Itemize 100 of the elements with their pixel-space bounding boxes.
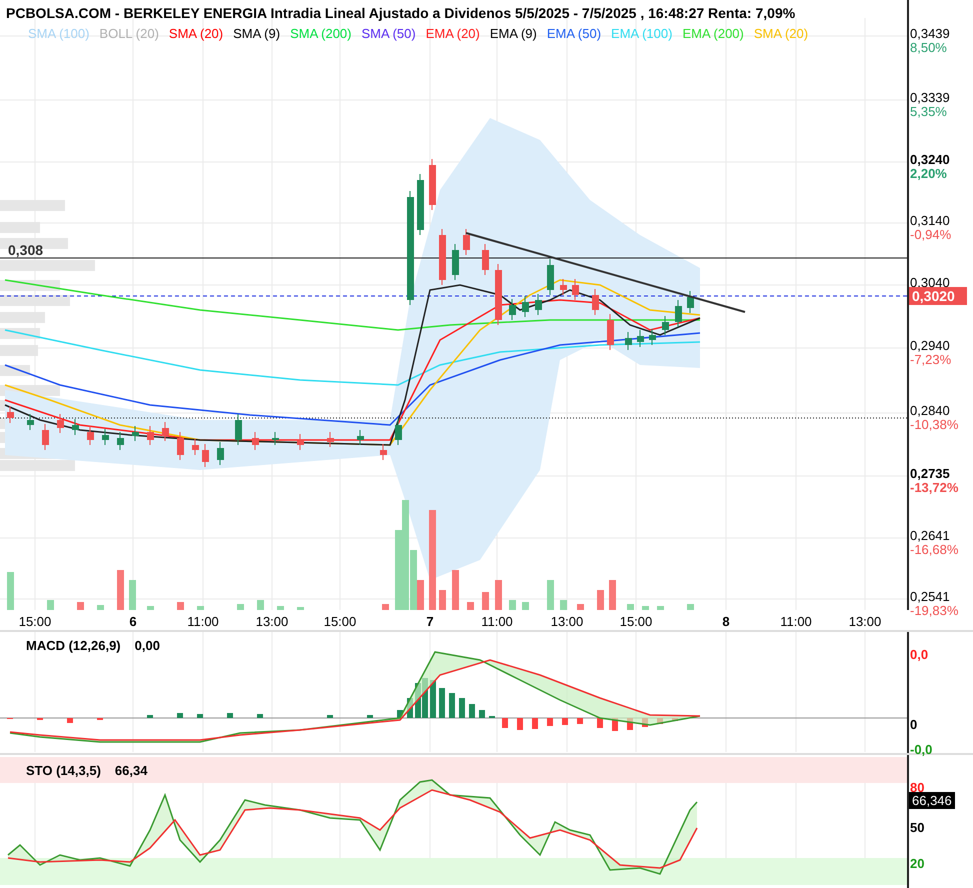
candlestick [7,406,14,424]
percent-change-label: -13,72% [910,481,958,495]
time-axis-label: 15:00 [18,614,52,629]
candlestick [235,414,242,446]
percent-change-label: -19,83% [910,604,958,618]
price-axis-label: 0,2940 [910,339,951,353]
sto-axis-label: 50 [910,821,924,835]
candlestick [57,414,64,434]
candlestick [27,414,34,430]
price-axis-label: 0,2840 [910,404,951,418]
volume-bar [297,607,304,610]
indicator-legend-item[interactable]: EMA (20) [426,26,480,41]
candlestick [217,442,224,466]
candlestick [42,424,49,450]
time-axis-label: 6 [129,614,137,629]
current-value-badge: 66,346 [909,792,955,809]
price-axis-label: 0,2641 [910,529,951,543]
volume-bar [439,590,446,610]
volume-bar [547,580,554,610]
volume-bar [117,570,124,610]
sto-label: STO (14,3,5) [26,763,101,778]
candlestick [452,244,459,280]
volume-bar [77,602,84,610]
volume-bar [687,604,694,610]
candlestick [592,288,599,316]
candlestick [560,278,567,296]
price-axis-label: 0,2735 [910,467,951,481]
time-axis-label: 11:00 [481,614,513,629]
reference-price-label: 0,308 [8,242,44,258]
candlestick [357,430,364,446]
percent-change-label: 5,35% [910,105,948,119]
candlestick [87,426,94,446]
indicator-legend-item[interactable]: SMA (9) [233,26,280,41]
volume-bar [482,592,489,610]
price-axis-label: 0,3339 [910,91,950,105]
volume-bar [597,590,604,610]
candlestick [572,278,579,300]
histogram-bar [479,710,485,718]
histogram-bar [327,715,333,718]
histogram-bar [367,715,373,718]
percent-change-label: -7,23% [910,353,952,367]
time-axis-label: 7 [426,614,434,629]
price-axis-label: 0,2541 [910,590,951,604]
candlestick [192,438,199,456]
time-axis-label: 13:00 [256,614,288,629]
volume-bar [97,605,104,610]
price-axis-label: 0,3140 [910,214,951,228]
volume-bar [177,602,184,610]
candlestick [495,264,502,326]
sto-axis-label: 80 [910,781,924,795]
percent-change-label: -16,68% [910,543,958,557]
histogram-bar [502,718,508,728]
histogram-bar [227,713,233,718]
macd-axis-label: 0 [910,718,918,732]
histogram-bar [577,718,583,724]
histogram-bar [459,698,465,718]
time-axis-label: 11:00 [187,614,219,629]
volume-bar [277,606,284,610]
candlestick [147,426,154,446]
volume-bar [197,606,204,610]
candlestick [272,432,279,446]
candlestick [395,418,402,446]
volume-bar [642,606,649,610]
percent-change-label: -0,94% [910,228,952,242]
candlestick [117,432,124,450]
indicator-legend-item[interactable]: SMA (50) [362,26,416,41]
candlestick [162,422,169,442]
candlestick [417,174,424,236]
percent-change-label: 8,50% [910,41,948,55]
candlestick [177,432,184,460]
macd-label: MACD (12,26,9) [26,638,121,653]
histogram-bar [257,714,263,718]
volume-bar [147,606,154,610]
histogram-bar [547,718,553,726]
sto-value: 66,34 [114,763,148,778]
macd-value: 0,00 [134,638,160,653]
volume-bar [522,602,529,610]
candlestick [535,294,542,316]
candlestick [482,244,489,276]
histogram-bar [469,704,475,718]
candlestick [327,432,334,448]
candlestick [675,300,682,328]
indicator-legend-item[interactable]: EMA (9) [490,26,537,41]
indicator-legend-item[interactable]: BOLL (20) [99,26,159,41]
candlestick [547,258,554,296]
histogram-bar [177,713,183,718]
indicator-legend-item[interactable]: SMA (20) [168,26,224,41]
histogram-bar [597,718,603,728]
volume-bar [657,606,664,610]
volume-bar [129,580,136,610]
candlestick [687,290,694,314]
candlestick [429,158,436,210]
time-axis-label: 11:00 [780,614,812,629]
candlestick [102,428,109,446]
indicator-legend-item[interactable]: EMA (50) [546,26,602,41]
candlestick [637,330,644,348]
histogram-bar [67,718,73,723]
volume-bar [627,604,634,610]
candlestick [662,316,669,336]
histogram-bar [449,693,455,718]
